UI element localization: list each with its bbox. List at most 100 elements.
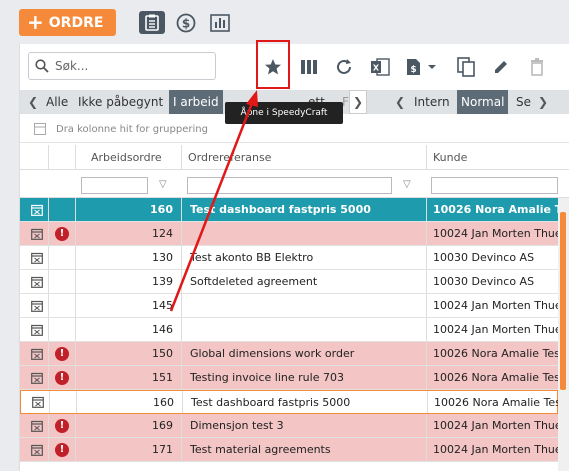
copy-icon[interactable] <box>456 56 476 78</box>
order-number: 130 <box>75 246 181 269</box>
order-reference <box>181 294 426 317</box>
table-row[interactable]: 130 Test akonto BB Elektro 10030 Devinco A… <box>20 246 558 270</box>
column-header-reference[interactable]: Ordrereferanse <box>181 145 426 169</box>
invoice-dropdown-icon[interactable]: $ <box>404 56 440 78</box>
customer-filter-input[interactable] <box>431 177 558 194</box>
dollar-icon[interactable]: $ <box>173 11 199 34</box>
order-filter-input[interactable] <box>81 177 148 194</box>
table-row[interactable]: ! 124 10024 Jan Morten Thue <box>20 222 558 246</box>
order-number: 160 <box>75 198 181 221</box>
order-reference: Test dashboard fastpris 5000 <box>182 391 427 413</box>
calendar-icon[interactable] <box>26 222 48 245</box>
calendar-icon[interactable] <box>26 318 48 341</box>
table-row[interactable]: 139 Softdeleted agreement 10030 Devinco AS <box>20 270 558 294</box>
order-reference: Dimensjon test 3 <box>181 414 426 437</box>
tab-normal[interactable]: Normal <box>457 90 509 114</box>
order-reference: Test dashboard fastpris 5000 <box>181 198 426 221</box>
refresh-icon[interactable] <box>334 56 354 78</box>
customer-name: 10026 Nora Amalie Test <box>426 198 558 221</box>
calendar-icon[interactable] <box>26 198 48 221</box>
search-input[interactable]: Søk... <box>55 59 88 73</box>
columns-icon[interactable] <box>299 56 319 78</box>
edit-icon[interactable] <box>491 56 511 78</box>
calendar-icon[interactable] <box>26 342 48 365</box>
top-bar: + ORDRE $ <box>0 0 569 44</box>
calendar-icon[interactable] <box>27 391 49 413</box>
tab-ikke-pabegynt[interactable]: Ikke påbegynt <box>74 90 167 114</box>
order-number: 151 <box>75 366 181 389</box>
clipboard-icon[interactable] <box>139 11 165 34</box>
calendar-icon[interactable] <box>26 294 48 317</box>
customer-name: 10024 Jan Morten Thue <box>426 294 558 317</box>
customer-name: 10024 Jan Morten Thue <box>426 318 558 341</box>
type-tabs-right-scroll-icon[interactable]: ❯ <box>534 90 552 114</box>
table-row[interactable]: ! 169 Dimensjon test 3 10024 Jan Morten Thu… <box>20 414 558 438</box>
warning-icon: ! <box>55 442 69 457</box>
order-number: 150 <box>75 342 181 365</box>
table-row[interactable]: ! 151 Testing invoice line rule 703 10026 N… <box>20 366 558 390</box>
bar-chart-icon[interactable] <box>207 11 233 34</box>
tabs-right-scroll-icon[interactable]: ❯ <box>349 90 367 114</box>
tab-alle[interactable]: Alle <box>42 90 72 114</box>
order-reference <box>181 318 426 341</box>
filter-icon[interactable]: ▽ <box>403 171 417 197</box>
column-header-row: Arbeidsordre Ordrereferanse Kunde <box>20 145 569 170</box>
scrollbar-thumb[interactable] <box>560 212 566 390</box>
calendar-icon[interactable] <box>26 438 48 461</box>
table-row[interactable]: ! 171 Test material agreements 10024 Jan Mo… <box>20 438 558 462</box>
customer-name: 10030 Devinco AS <box>426 270 558 293</box>
tab-intern[interactable]: Intern <box>410 90 454 114</box>
customer-name: 10024 Jan Morten Thue <box>426 414 558 437</box>
tab-i-arbeid[interactable]: I arbeid <box>169 90 223 114</box>
tabs-left-scroll-icon[interactable]: ❮ <box>24 90 42 114</box>
customer-name: 10026 Nora Amalie Test <box>426 342 558 365</box>
delete-icon[interactable] <box>527 56 547 78</box>
search-icon <box>35 59 49 73</box>
order-number: 169 <box>75 414 181 437</box>
warning-icon: ! <box>55 418 69 433</box>
svg-text:$: $ <box>182 16 190 30</box>
reference-filter-input[interactable] <box>187 177 392 194</box>
customer-name: 10024 Jan Morten Thue <box>426 222 558 245</box>
new-order-label: ORDRE <box>48 14 104 31</box>
tooltip: Åpne i SpeedyCraft <box>225 102 343 124</box>
table-row[interactable]: 160 Test dashboard fastpris 5000 10026 Nor… <box>20 198 558 222</box>
grid-toolbar: Søk... X $ <box>20 40 569 89</box>
customer-name: 10024 Jan Morten Thue <box>426 438 558 461</box>
table-row[interactable]: 145 10024 Jan Morten Thue <box>20 294 558 318</box>
table-icon <box>34 123 46 135</box>
svg-text:$: $ <box>410 65 416 75</box>
warning-icon: ! <box>55 370 69 385</box>
warning-icon: ! <box>55 226 69 241</box>
order-number: 171 <box>75 438 181 461</box>
calendar-icon[interactable] <box>26 270 48 293</box>
order-reference: Testing invoice line rule 703 <box>181 366 426 389</box>
calendar-icon[interactable] <box>26 246 48 269</box>
new-order-button[interactable]: + ORDRE <box>19 9 116 36</box>
order-reference: Test material agreements <box>181 438 426 461</box>
plus-icon: + <box>27 9 44 34</box>
column-header-customer[interactable]: Kunde <box>426 145 558 169</box>
calendar-icon[interactable] <box>26 366 48 389</box>
order-number: 139 <box>75 270 181 293</box>
calendar-icon[interactable] <box>26 414 48 437</box>
tab-service[interactable]: Se <box>512 90 535 114</box>
table-row[interactable]: ! 150 Global dimensions work order 10026 No… <box>20 342 558 366</box>
table-row[interactable]: 160 Test dashboard fastpris 5000 10026 Nor… <box>20 390 559 414</box>
order-reference: Test akonto BB Elektro <box>181 246 426 269</box>
excel-export-icon[interactable]: X <box>369 56 391 78</box>
column-header-order[interactable]: Arbeidsordre <box>75 145 181 169</box>
order-reference: Global dimensions work order <box>181 342 426 365</box>
customer-name: 10026 Nora Amalie Test <box>426 366 558 389</box>
filter-icon[interactable]: ▽ <box>159 171 173 197</box>
customer-name: 10026 Nora Amalie Test <box>427 391 559 413</box>
annotation-highlight-box <box>256 40 290 89</box>
table-row[interactable]: 146 10024 Jan Morten Thue <box>20 318 558 342</box>
type-tabs-left-scroll-icon[interactable]: ❮ <box>391 90 409 114</box>
order-reference <box>181 222 426 245</box>
search-box[interactable]: Søk... <box>28 52 216 80</box>
group-hint-text: Dra kolonne hit for gruppering <box>56 123 208 135</box>
left-strip <box>0 44 19 471</box>
customer-name: 10030 Devinco AS <box>426 246 558 269</box>
order-number: 160 <box>76 391 182 413</box>
